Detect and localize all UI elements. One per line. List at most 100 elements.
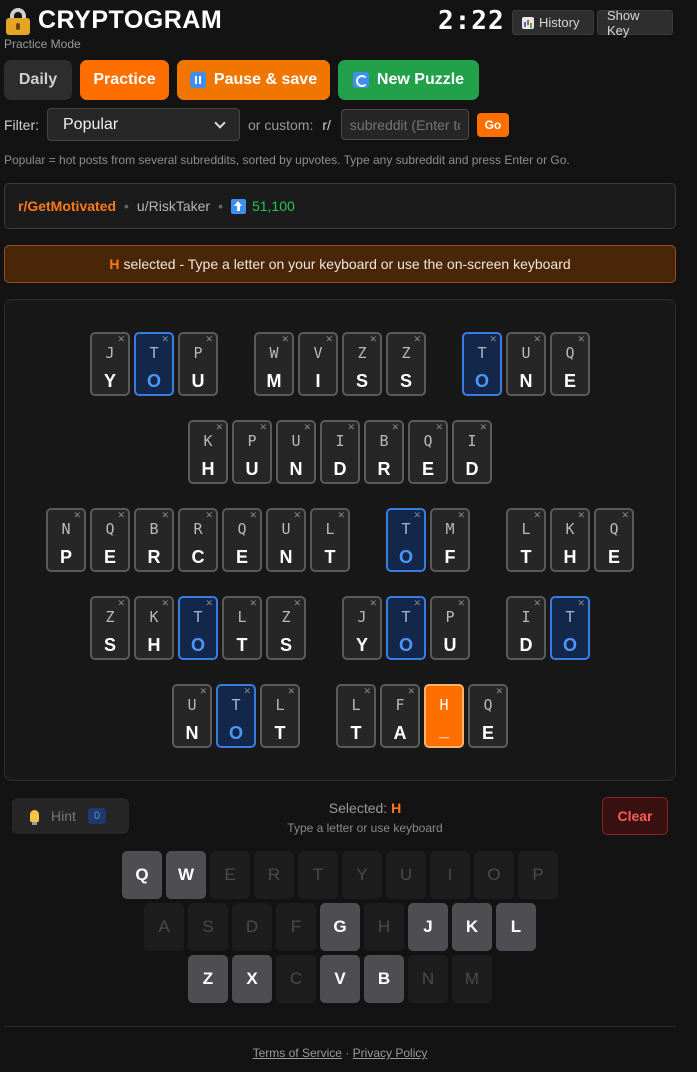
puzzle-tile[interactable]: T O ✕ (386, 508, 426, 572)
puzzle-tile[interactable]: Q E ✕ (468, 684, 508, 748)
close-icon[interactable]: ✕ (479, 423, 487, 432)
key-v[interactable]: V (320, 955, 360, 1003)
close-icon[interactable]: ✕ (413, 511, 421, 520)
key-h[interactable]: H (364, 903, 404, 951)
key-x[interactable]: X (232, 955, 272, 1003)
close-icon[interactable]: ✕ (161, 335, 169, 344)
show-key-button[interactable]: Show Key (597, 8, 673, 38)
puzzle-tile[interactable]: U N ✕ (266, 508, 306, 572)
puzzle-tile[interactable]: Z S ✕ (386, 332, 426, 396)
key-a[interactable]: A (144, 903, 184, 951)
post-user[interactable]: u/RiskTaker (137, 198, 210, 214)
puzzle-tile[interactable]: J Y ✕ (342, 596, 382, 660)
close-icon[interactable]: ✕ (243, 687, 251, 696)
puzzle-tile[interactable]: N P ✕ (46, 508, 86, 572)
puzzle-tile[interactable]: J Y ✕ (90, 332, 130, 396)
puzzle-tile[interactable]: L T ✕ (260, 684, 300, 748)
puzzle-tile[interactable]: Z S ✕ (90, 596, 130, 660)
filter-select[interactable]: Popular (47, 108, 240, 141)
close-icon[interactable]: ✕ (347, 423, 355, 432)
close-icon[interactable]: ✕ (407, 687, 415, 696)
puzzle-tile[interactable]: K H ✕ (188, 420, 228, 484)
close-icon[interactable]: ✕ (205, 511, 213, 520)
close-icon[interactable]: ✕ (533, 335, 541, 344)
close-icon[interactable]: ✕ (249, 511, 257, 520)
close-icon[interactable]: ✕ (435, 423, 443, 432)
close-icon[interactable]: ✕ (287, 687, 295, 696)
go-button[interactable]: Go (476, 112, 509, 137)
key-e[interactable]: E (210, 851, 250, 899)
hint-button[interactable]: Hint 0 (12, 798, 129, 834)
close-icon[interactable]: ✕ (205, 599, 213, 608)
close-icon[interactable]: ✕ (391, 423, 399, 432)
key-l[interactable]: L (496, 903, 536, 951)
close-icon[interactable]: ✕ (495, 687, 503, 696)
puzzle-tile[interactable]: L T ✕ (506, 508, 546, 572)
puzzle-tile[interactable]: V I ✕ (298, 332, 338, 396)
key-k[interactable]: K (452, 903, 492, 951)
puzzle-tile[interactable]: T O ✕ (134, 332, 174, 396)
puzzle-tile[interactable]: I D ✕ (506, 596, 546, 660)
close-icon[interactable]: ✕ (73, 511, 81, 520)
close-icon[interactable]: ✕ (577, 599, 585, 608)
privacy-link[interactable]: Privacy Policy (353, 1046, 428, 1060)
puzzle-tile[interactable]: Q E ✕ (550, 332, 590, 396)
key-b[interactable]: B (364, 955, 404, 1003)
key-r[interactable]: R (254, 851, 294, 899)
close-icon[interactable]: ✕ (117, 511, 125, 520)
puzzle-tile[interactable]: T O ✕ (386, 596, 426, 660)
puzzle-tile[interactable]: T O ✕ (462, 332, 502, 396)
close-icon[interactable]: ✕ (303, 423, 311, 432)
close-icon[interactable]: ✕ (161, 599, 169, 608)
close-icon[interactable]: ✕ (457, 511, 465, 520)
close-icon[interactable]: ✕ (577, 511, 585, 520)
puzzle-tile[interactable]: Q E ✕ (90, 508, 130, 572)
key-c[interactable]: C (276, 955, 316, 1003)
close-icon[interactable]: ✕ (117, 599, 125, 608)
close-icon[interactable]: ✕ (533, 511, 541, 520)
key-z[interactable]: Z (188, 955, 228, 1003)
puzzle-tile[interactable]: K H ✕ (550, 508, 590, 572)
close-icon[interactable]: ✕ (457, 599, 465, 608)
puzzle-tile[interactable]: K H ✕ (134, 596, 174, 660)
puzzle-tile[interactable]: P U ✕ (430, 596, 470, 660)
puzzle-tile[interactable]: Q E ✕ (594, 508, 634, 572)
puzzle-tile[interactable]: I D ✕ (452, 420, 492, 484)
puzzle-tile[interactable]: L T ✕ (336, 684, 376, 748)
puzzle-tile[interactable]: M F ✕ (430, 508, 470, 572)
close-icon[interactable]: ✕ (281, 335, 289, 344)
key-m[interactable]: M (452, 955, 492, 1003)
puzzle-tile[interactable]: I D ✕ (320, 420, 360, 484)
key-f[interactable]: F (276, 903, 316, 951)
puzzle-tile[interactable]: F A ✕ (380, 684, 420, 748)
puzzle-tile[interactable]: H _ (424, 684, 464, 748)
close-icon[interactable]: ✕ (577, 335, 585, 344)
close-icon[interactable]: ✕ (413, 335, 421, 344)
key-q[interactable]: Q (122, 851, 162, 899)
practice-button[interactable]: Practice (80, 60, 169, 100)
key-i[interactable]: I (430, 851, 470, 899)
puzzle-tile[interactable]: T O ✕ (550, 596, 590, 660)
puzzle-tile[interactable]: T O ✕ (216, 684, 256, 748)
puzzle-tile[interactable]: Q E ✕ (222, 508, 262, 572)
key-u[interactable]: U (386, 851, 426, 899)
clear-button[interactable]: Clear (602, 797, 668, 835)
close-icon[interactable]: ✕ (293, 511, 301, 520)
close-icon[interactable]: ✕ (337, 511, 345, 520)
key-s[interactable]: S (188, 903, 228, 951)
pause-save-button[interactable]: Pause & save (177, 60, 330, 100)
puzzle-tile[interactable]: W M ✕ (254, 332, 294, 396)
puzzle-tile[interactable]: L T ✕ (310, 508, 350, 572)
terms-link[interactable]: Terms of Service (253, 1046, 342, 1060)
close-icon[interactable]: ✕ (369, 335, 377, 344)
key-t[interactable]: T (298, 851, 338, 899)
post-subreddit[interactable]: r/GetMotivated (18, 198, 116, 214)
key-w[interactable]: W (166, 851, 206, 899)
close-icon[interactable]: ✕ (369, 599, 377, 608)
close-icon[interactable]: ✕ (215, 423, 223, 432)
close-icon[interactable]: ✕ (259, 423, 267, 432)
puzzle-tile[interactable]: B R ✕ (134, 508, 174, 572)
new-puzzle-button[interactable]: New Puzzle (338, 60, 479, 100)
close-icon[interactable]: ✕ (117, 335, 125, 344)
key-j[interactable]: J (408, 903, 448, 951)
